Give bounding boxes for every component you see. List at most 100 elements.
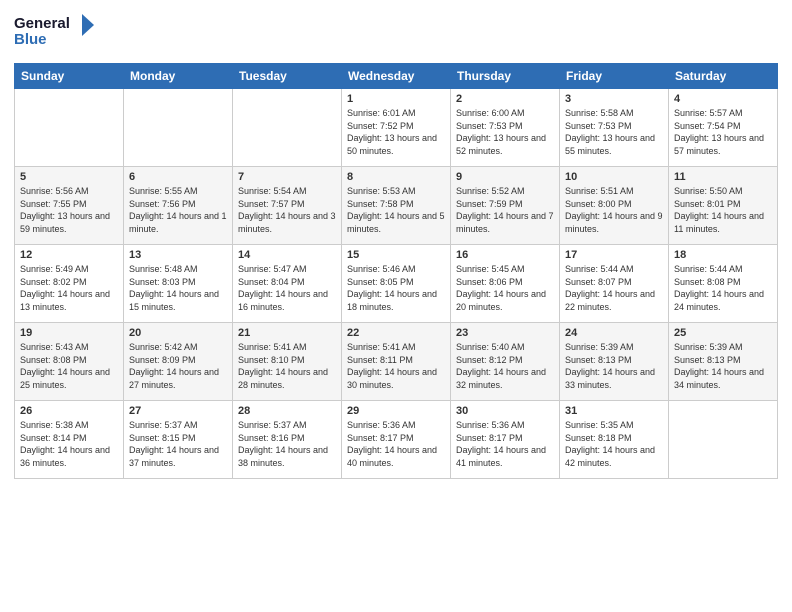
cell-text: Sunrise: 5:46 AMSunset: 8:05 PMDaylight:… [347,264,437,312]
day-number: 13 [129,249,227,261]
day-header-friday: Friday [560,64,669,89]
day-number: 29 [347,405,445,417]
cell-text: Sunrise: 5:35 AMSunset: 8:18 PMDaylight:… [565,420,655,468]
cell-text: Sunrise: 5:37 AMSunset: 8:16 PMDaylight:… [238,420,328,468]
logo: General Blue [14,10,94,55]
cell-text: Sunrise: 5:51 AMSunset: 8:00 PMDaylight:… [565,186,663,234]
cell-text: Sunrise: 6:00 AMSunset: 7:53 PMDaylight:… [456,108,546,156]
calendar-cell: 30 Sunrise: 5:36 AMSunset: 8:17 PMDayligh… [451,401,560,479]
svg-text:Blue: Blue [14,31,47,48]
week-row-3: 12 Sunrise: 5:49 AMSunset: 8:02 PMDayligh… [15,245,778,323]
calendar-page: General Blue SundayMondayTuesdayWednesda… [0,0,792,612]
calendar-cell [15,89,124,167]
calendar-cell: 5 Sunrise: 5:56 AMSunset: 7:55 PMDaylight… [15,167,124,245]
day-number: 31 [565,405,663,417]
calendar-cell: 6 Sunrise: 5:55 AMSunset: 7:56 PMDaylight… [124,167,233,245]
day-number: 9 [456,171,554,183]
day-number: 17 [565,249,663,261]
day-number: 28 [238,405,336,417]
calendar-cell: 31 Sunrise: 5:35 AMSunset: 8:18 PMDayligh… [560,401,669,479]
cell-text: Sunrise: 5:54 AMSunset: 7:57 PMDaylight:… [238,186,336,234]
calendar-cell: 9 Sunrise: 5:52 AMSunset: 7:59 PMDaylight… [451,167,560,245]
cell-text: Sunrise: 5:42 AMSunset: 8:09 PMDaylight:… [129,342,219,390]
calendar-cell: 23 Sunrise: 5:40 AMSunset: 8:12 PMDayligh… [451,323,560,401]
calendar-cell: 22 Sunrise: 5:41 AMSunset: 8:11 PMDayligh… [342,323,451,401]
calendar-cell [124,89,233,167]
week-row-4: 19Sunrise: 5:43 AMSunset: 8:08 PMDayligh… [15,323,778,401]
day-number: 21 [238,327,336,339]
calendar-cell: 18Sunrise: 5:44 AMSunset: 8:08 PMDayligh… [669,245,778,323]
logo-svg: General Blue [14,10,94,55]
calendar-cell: 17 Sunrise: 5:44 AMSunset: 8:07 PMDayligh… [560,245,669,323]
day-number: 25 [674,327,772,339]
day-header-sunday: Sunday [15,64,124,89]
cell-text: Sunrise: 5:48 AMSunset: 8:03 PMDaylight:… [129,264,219,312]
day-number: 1 [347,93,445,105]
calendar-cell: 19Sunrise: 5:43 AMSunset: 8:08 PMDayligh… [15,323,124,401]
cell-text: Sunrise: 5:39 AMSunset: 8:13 PMDaylight:… [674,342,764,390]
calendar-cell: 13 Sunrise: 5:48 AMSunset: 8:03 PMDayligh… [124,245,233,323]
calendar-cell: 26 Sunrise: 5:38 AMSunset: 8:14 PMDayligh… [15,401,124,479]
cell-text: Sunrise: 5:36 AMSunset: 8:17 PMDaylight:… [456,420,546,468]
day-number: 16 [456,249,554,261]
week-row-5: 26 Sunrise: 5:38 AMSunset: 8:14 PMDayligh… [15,401,778,479]
calendar-cell: 10Sunrise: 5:51 AMSunset: 8:00 PMDayligh… [560,167,669,245]
calendar-table: SundayMondayTuesdayWednesdayThursdayFrid… [14,63,778,479]
calendar-cell: 12 Sunrise: 5:49 AMSunset: 8:02 PMDayligh… [15,245,124,323]
cell-text: Sunrise: 5:50 AMSunset: 8:01 PMDaylight:… [674,186,764,234]
day-number: 22 [347,327,445,339]
day-number: 2 [456,93,554,105]
day-number: 4 [674,93,772,105]
cell-text: Sunrise: 5:49 AMSunset: 8:02 PMDaylight:… [20,264,110,312]
cell-text: Sunrise: 5:58 AMSunset: 7:53 PMDaylight:… [565,108,655,156]
calendar-cell: 11 Sunrise: 5:50 AMSunset: 8:01 PMDayligh… [669,167,778,245]
cell-text: Sunrise: 5:56 AMSunset: 7:55 PMDaylight:… [20,186,110,234]
cell-text: Sunrise: 5:53 AMSunset: 7:58 PMDaylight:… [347,186,445,234]
cell-text: Sunrise: 5:47 AMSunset: 8:04 PMDaylight:… [238,264,328,312]
cell-text: Sunrise: 5:57 AMSunset: 7:54 PMDaylight:… [674,108,764,156]
calendar-cell: 7Sunrise: 5:54 AMSunset: 7:57 PMDaylight… [233,167,342,245]
calendar-cell: 3Sunrise: 5:58 AMSunset: 7:53 PMDaylight… [560,89,669,167]
calendar-cell: 14Sunrise: 5:47 AMSunset: 8:04 PMDayligh… [233,245,342,323]
day-number: 20 [129,327,227,339]
calendar-cell: 28 Sunrise: 5:37 AMSunset: 8:16 PMDayligh… [233,401,342,479]
cell-text: Sunrise: 5:38 AMSunset: 8:14 PMDaylight:… [20,420,110,468]
day-number: 5 [20,171,118,183]
calendar-cell [233,89,342,167]
cell-text: Sunrise: 5:41 AMSunset: 8:11 PMDaylight:… [347,342,437,390]
day-number: 12 [20,249,118,261]
cell-text: Sunrise: 5:52 AMSunset: 7:59 PMDaylight:… [456,186,554,234]
header: General Blue [14,10,778,55]
day-number: 15 [347,249,445,261]
day-number: 23 [456,327,554,339]
day-header-thursday: Thursday [451,64,560,89]
day-number: 26 [20,405,118,417]
calendar-header-row: SundayMondayTuesdayWednesdayThursdayFrid… [15,64,778,89]
cell-text: Sunrise: 5:39 AMSunset: 8:13 PMDaylight:… [565,342,655,390]
week-row-2: 5 Sunrise: 5:56 AMSunset: 7:55 PMDaylight… [15,167,778,245]
cell-text: Sunrise: 5:36 AMSunset: 8:17 PMDaylight:… [347,420,437,468]
cell-text: Sunrise: 5:40 AMSunset: 8:12 PMDaylight:… [456,342,546,390]
calendar-cell: 20 Sunrise: 5:42 AMSunset: 8:09 PMDayligh… [124,323,233,401]
cell-text: Sunrise: 5:43 AMSunset: 8:08 PMDaylight:… [20,342,110,390]
day-number: 27 [129,405,227,417]
day-number: 8 [347,171,445,183]
day-header-monday: Monday [124,64,233,89]
day-header-wednesday: Wednesday [342,64,451,89]
calendar-cell: 29 Sunrise: 5:36 AMSunset: 8:17 PMDayligh… [342,401,451,479]
calendar-cell: 1Sunrise: 6:01 AMSunset: 7:52 PMDaylight… [342,89,451,167]
calendar-cell: 8 Sunrise: 5:53 AMSunset: 7:58 PMDaylight… [342,167,451,245]
day-number: 11 [674,171,772,183]
calendar-cell: 15 Sunrise: 5:46 AMSunset: 8:05 PMDayligh… [342,245,451,323]
day-header-saturday: Saturday [669,64,778,89]
day-number: 6 [129,171,227,183]
calendar-cell: 4 Sunrise: 5:57 AMSunset: 7:54 PMDaylight… [669,89,778,167]
cell-text: Sunrise: 5:45 AMSunset: 8:06 PMDaylight:… [456,264,546,312]
cell-text: Sunrise: 5:44 AMSunset: 8:07 PMDaylight:… [565,264,655,312]
calendar-cell: 27Sunrise: 5:37 AMSunset: 8:15 PMDayligh… [124,401,233,479]
calendar-cell [669,401,778,479]
day-number: 30 [456,405,554,417]
week-row-1: 1Sunrise: 6:01 AMSunset: 7:52 PMDaylight… [15,89,778,167]
cell-text: Sunrise: 5:55 AMSunset: 7:56 PMDaylight:… [129,186,227,234]
calendar-cell: 21Sunrise: 5:41 AMSunset: 8:10 PMDayligh… [233,323,342,401]
